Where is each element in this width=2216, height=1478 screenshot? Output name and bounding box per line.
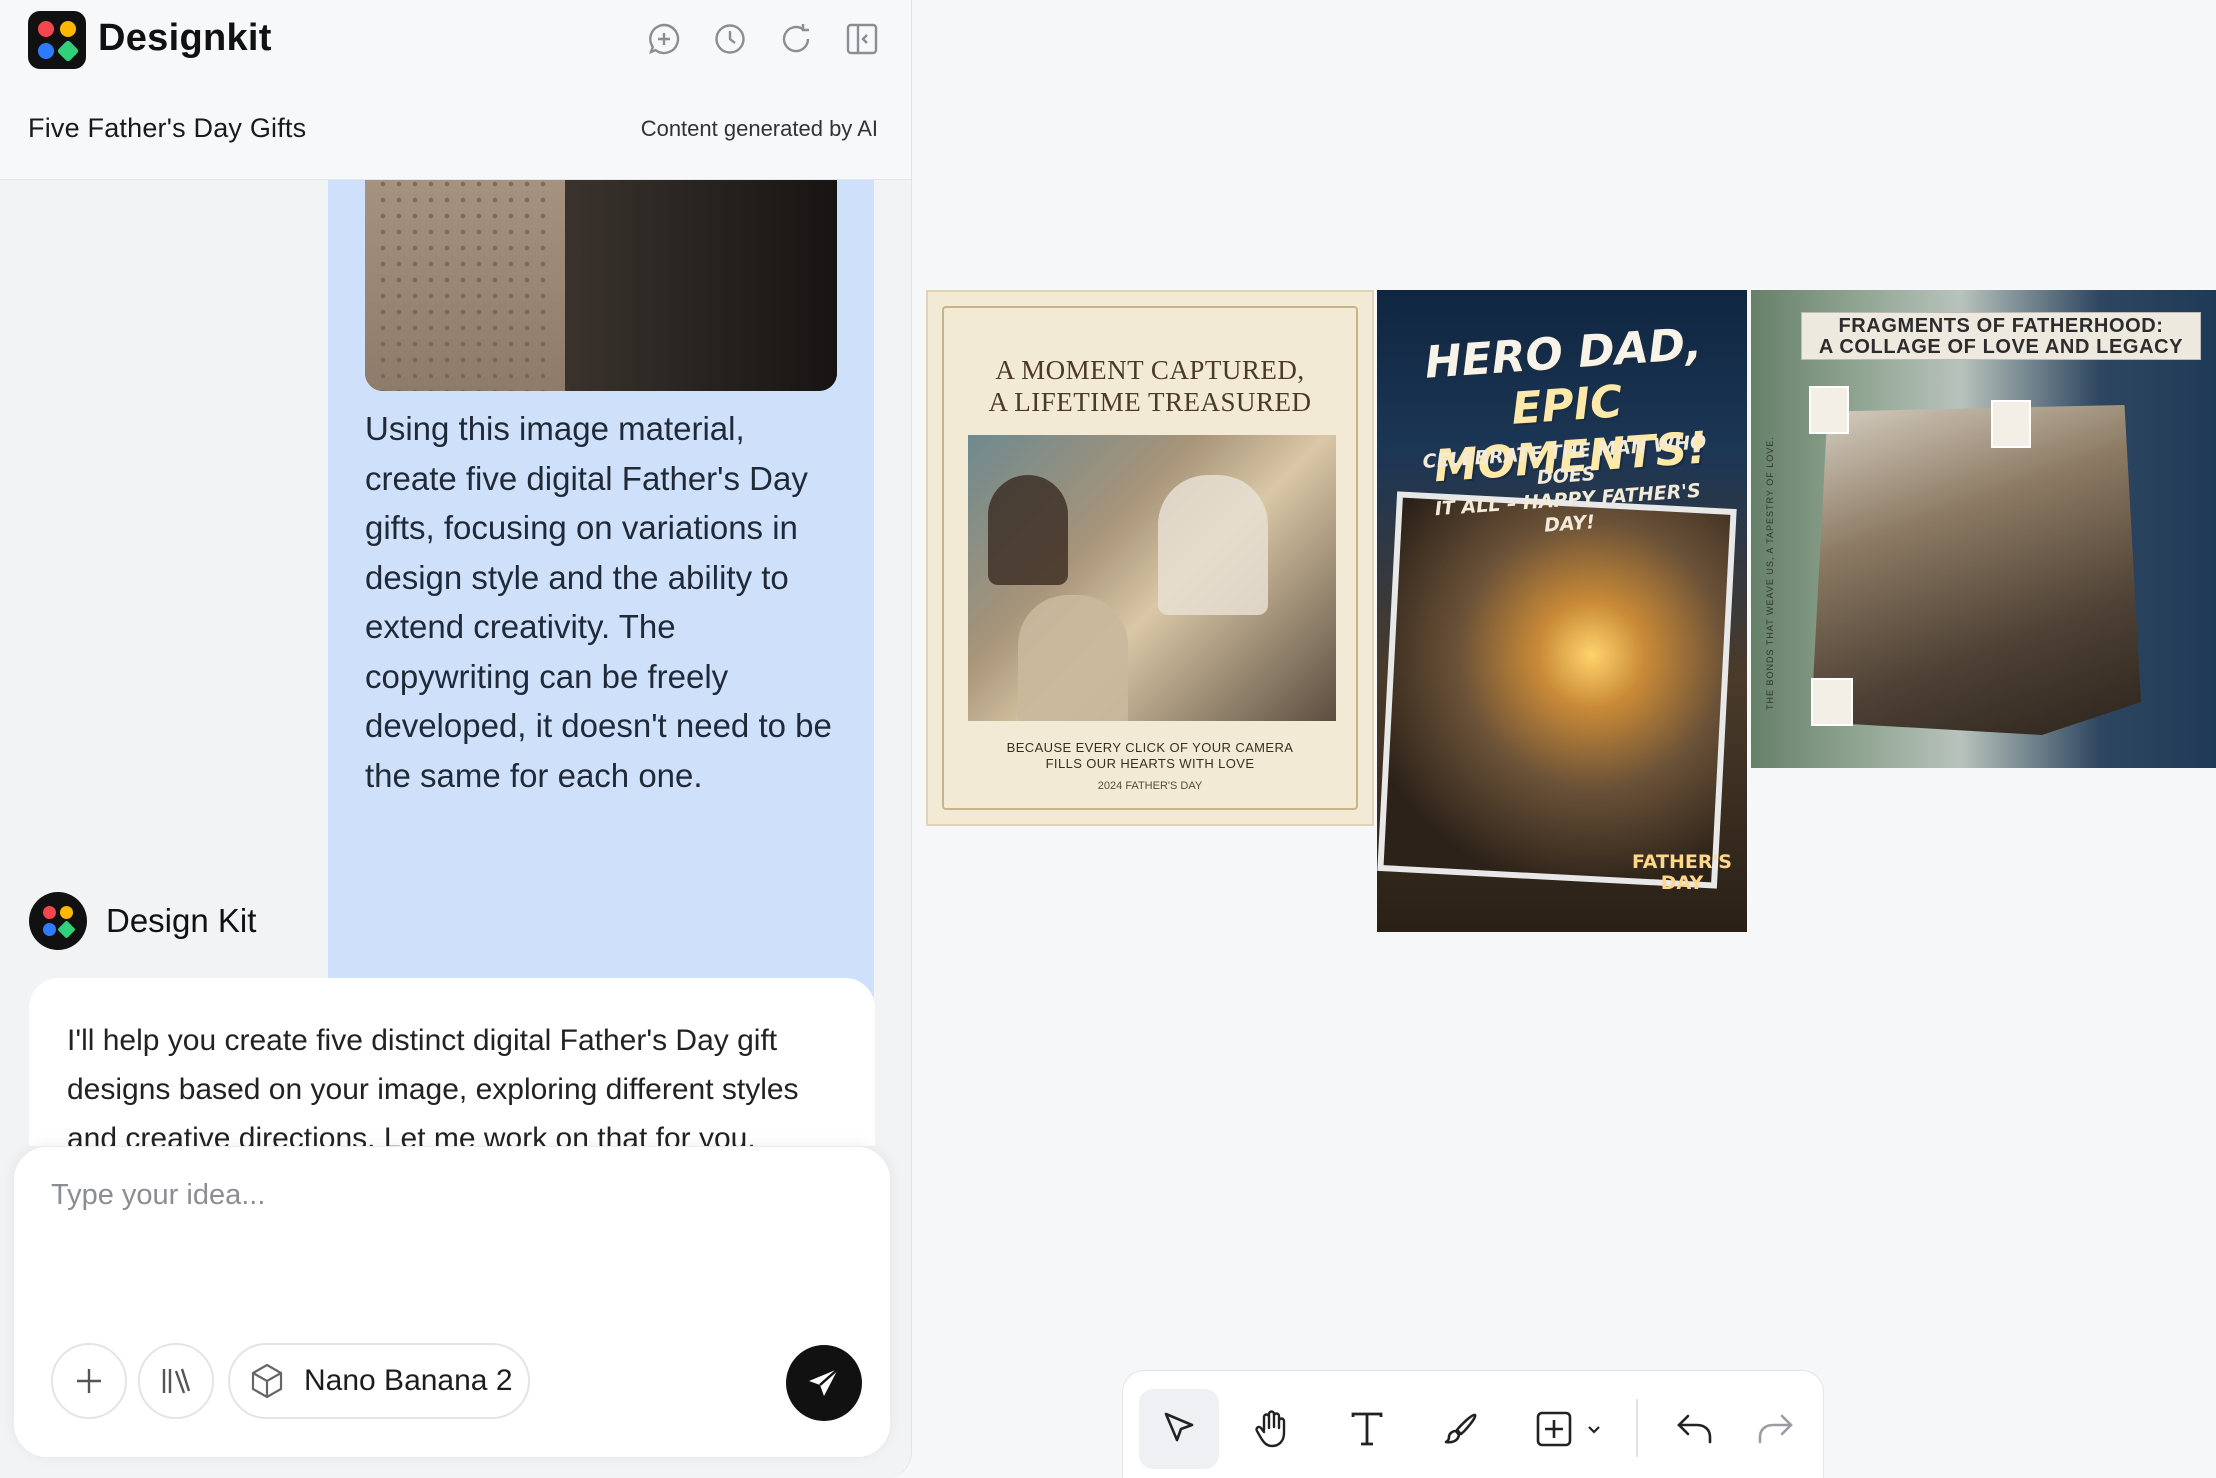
brush-icon [1444, 1413, 1477, 1444]
polaroid-dog [1991, 400, 2031, 448]
redo-icon [1758, 1414, 1793, 1444]
redo-button[interactable] [1735, 1389, 1815, 1469]
card2-badge: FATHER'S DAY [1631, 851, 1732, 894]
bot-message-bubble: I'll help you create five distinct digit… [29, 978, 875, 1146]
refresh-icon[interactable] [777, 20, 815, 58]
chat-thread[interactable]: Using this image material, create five d… [0, 180, 911, 1146]
new-chat-icon[interactable] [645, 20, 683, 58]
uploaded-image-thumbnail[interactable] [365, 180, 837, 391]
bot-message-text: I'll help you create five distinct digit… [67, 1024, 799, 1146]
card2-photo [1377, 491, 1737, 889]
user-message-bubble: Using this image material, create five d… [328, 180, 874, 1034]
undo-icon [1677, 1414, 1712, 1444]
undo-button[interactable] [1655, 1389, 1735, 1469]
cube-icon [251, 1363, 283, 1399]
hand-tool[interactable] [1233, 1389, 1313, 1469]
collapse-panel-icon[interactable] [843, 20, 881, 58]
card1-photo [968, 435, 1336, 721]
select-tool[interactable] [1139, 1389, 1219, 1469]
toolbar-divider [1636, 1399, 1638, 1457]
card3-vertical-text: THE BONDS THAT WEAVE US, A TAPESTRY OF L… [1765, 436, 1775, 710]
chevron-down-icon [1588, 1426, 1600, 1434]
plus-icon [77, 1369, 101, 1393]
design-card-vintage[interactable]: A MOMENT CAPTURED, A LIFETIME TREASURED … [926, 290, 1374, 826]
text-tool[interactable] [1327, 1389, 1407, 1469]
ai-content-note: Content generated by AI [640, 116, 878, 141]
model-selector[interactable]: Nano Banana 2 [228, 1343, 530, 1419]
polaroid-flowers [1811, 678, 1853, 726]
bot-avatar [29, 892, 87, 950]
polaroid-small [1809, 386, 1849, 434]
model-name: Nano Banana 2 [304, 1364, 513, 1397]
text-icon [1351, 1412, 1383, 1446]
library-icon [162, 1368, 191, 1394]
add-attachment-button[interactable] [51, 1343, 127, 1419]
panel-header: Designkit Five Father's Day Gifts Conten… [0, 0, 911, 180]
card3-title: FRAGMENTS OF FATHERHOOD: A COLLAGE OF LO… [1818, 315, 2184, 358]
add-shape-tool[interactable] [1515, 1389, 1623, 1469]
design-card-hero[interactable]: HERO DAD, EPIC MOMENTS! CELEBRATE THE MA… [1377, 290, 1747, 932]
brush-tool[interactable] [1421, 1389, 1501, 1469]
canvas-toolbar [1122, 1370, 1824, 1478]
send-icon [809, 1368, 839, 1396]
user-message-text: Using this image material, create five d… [365, 410, 832, 794]
app-name: Designkit [98, 17, 272, 59]
idea-input[interactable] [51, 1179, 851, 1319]
add-shape-icon [1536, 1411, 1572, 1447]
project-title: Five Father's Day Gifts [28, 113, 307, 143]
composer: Nano Banana 2 [13, 1146, 891, 1458]
card1-year: 2024 FATHER'S DAY [1097, 780, 1203, 792]
card3-photo [1811, 405, 2141, 735]
card1-headline: A MOMENT CAPTURED, A LIFETIME TREASURED [988, 355, 1312, 417]
send-button[interactable] [786, 1345, 862, 1421]
chat-panel: Designkit Five Father's Day Gifts Conten… [0, 0, 912, 1478]
library-button[interactable] [138, 1343, 214, 1419]
bot-name: Design Kit [106, 902, 257, 939]
history-icon[interactable] [711, 20, 749, 58]
hand-icon [1255, 1410, 1286, 1448]
card1-caption: BECAUSE EVERY CLICK OF YOUR CAMERA FILLS… [1006, 740, 1294, 771]
designkit-logo [28, 11, 86, 69]
design-card-collage[interactable]: FRAGMENTS OF FATHERHOOD: A COLLAGE OF LO… [1751, 290, 2216, 768]
select-icon [1164, 1412, 1194, 1442]
